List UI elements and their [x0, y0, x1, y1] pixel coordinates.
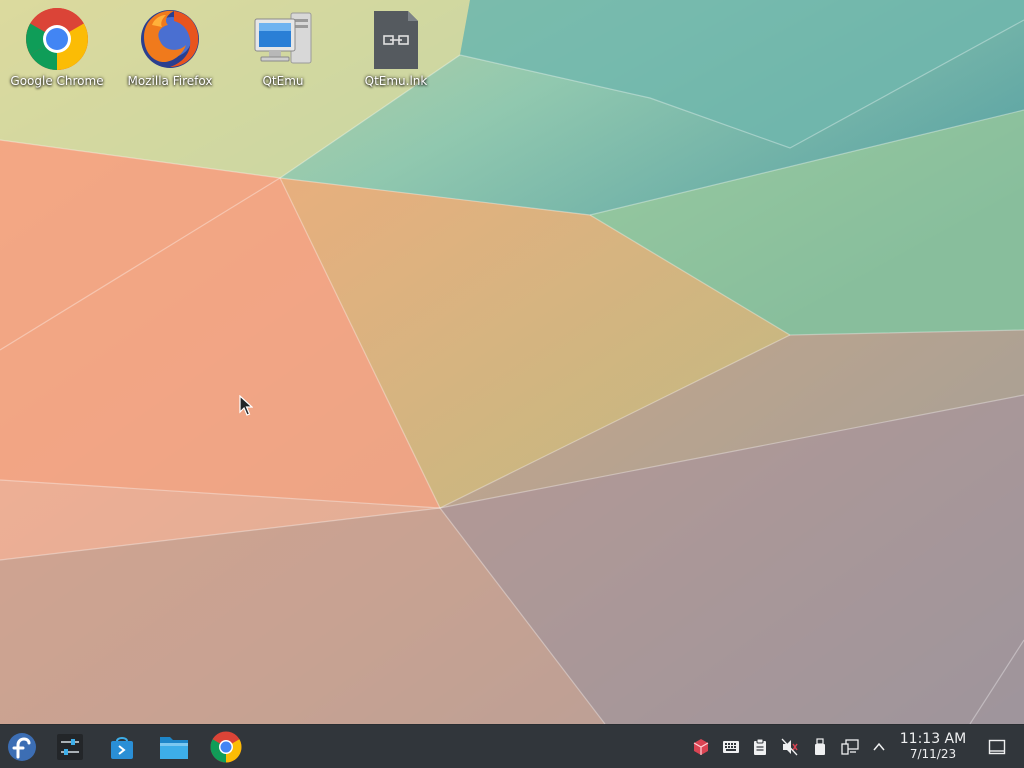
volume-muted-icon — [781, 738, 798, 756]
desktop-icon-mozilla-firefox[interactable]: Mozilla Firefox — [116, 6, 224, 96]
tray-removable-devices-button[interactable] — [810, 737, 830, 757]
desktop-icon-qtemu-lnk[interactable]: QtEmu.lnk — [342, 6, 450, 96]
link-file-icon — [363, 6, 429, 72]
fedora-logo-icon — [8, 733, 36, 761]
application-launcher-button[interactable] — [4, 729, 40, 765]
desktop-icon-label: QtEmu.lnk — [364, 74, 428, 88]
package-updates-icon — [693, 739, 709, 755]
system-settings-icon — [57, 734, 83, 760]
desktop-icon-label: Google Chrome — [10, 74, 104, 88]
taskbar-chrome-button[interactable] — [208, 729, 244, 765]
desktop-icon-label: Mozilla Firefox — [127, 74, 213, 88]
taskbar-system-settings-button[interactable] — [52, 729, 88, 765]
tray-expand-button[interactable] — [869, 737, 889, 757]
desktop[interactable]: Google Chrome Mozilla Firefox QtEmu QtEm… — [0, 0, 1024, 724]
tray-network-button[interactable] — [840, 737, 860, 757]
taskbar-panel: 11:13 AM 7/11/23 — [0, 724, 1024, 768]
network-wired-icon — [841, 739, 859, 755]
desktop-icon-label: QtEmu — [262, 74, 304, 88]
taskbar-file-manager-button[interactable] — [156, 729, 192, 765]
keyboard-icon — [723, 741, 739, 753]
tray-clipboard-button[interactable] — [750, 737, 770, 757]
tray-volume-button[interactable] — [780, 737, 800, 757]
taskbar-discover-button[interactable] — [104, 729, 140, 765]
discover-store-icon — [111, 737, 133, 759]
chrome-icon — [210, 731, 242, 763]
computer-icon — [250, 6, 316, 72]
mouse-cursor-icon — [239, 395, 253, 416]
wallpaper — [0, 0, 1024, 724]
firefox-icon — [137, 6, 203, 72]
chrome-icon — [24, 6, 90, 72]
desktop-icon-qtemu[interactable]: QtEmu — [229, 6, 337, 96]
file-manager-icon — [160, 737, 188, 759]
clock-date: 7/11/23 — [909, 747, 957, 761]
tray-updates-button[interactable] — [691, 737, 711, 757]
usb-drive-icon — [815, 738, 825, 755]
digital-clock[interactable]: 11:13 AM 7/11/23 — [892, 731, 974, 763]
chevron-up-icon — [873, 742, 885, 751]
show-desktop-icon — [988, 739, 1006, 755]
clipboard-icon — [754, 738, 766, 755]
tray-keyboard-button[interactable] — [721, 737, 741, 757]
clock-time: 11:13 AM — [899, 731, 967, 747]
show-desktop-button[interactable] — [987, 737, 1007, 757]
desktop-icon-google-chrome[interactable]: Google Chrome — [3, 6, 111, 96]
